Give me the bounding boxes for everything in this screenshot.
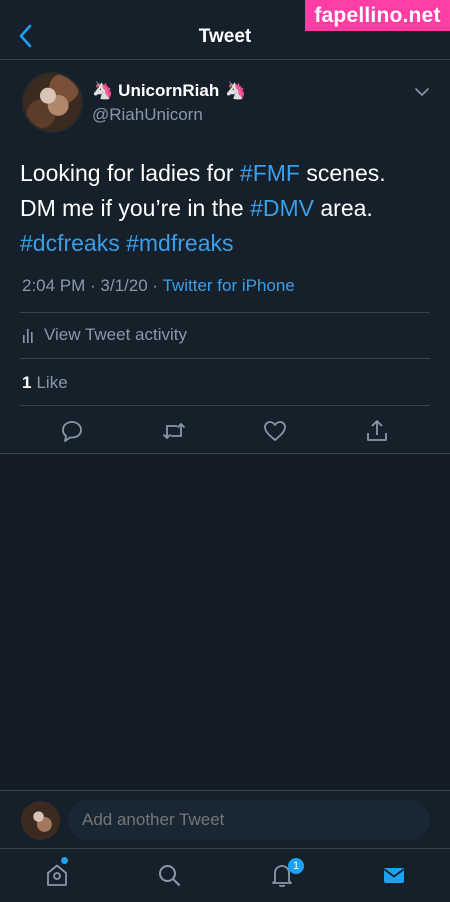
watermark-logo: fapellino.net <box>305 0 450 31</box>
tweet-text: Looking for ladies for #FMF scenes. DM m… <box>20 156 430 261</box>
hashtag-link[interactable]: #mdfreaks <box>126 230 233 256</box>
display-name: UnicornRiah <box>118 81 220 100</box>
divider <box>20 358 430 359</box>
user-handle[interactable]: @RiahUnicorn <box>92 105 203 125</box>
compose-bar <box>0 790 450 848</box>
hashtag-link[interactable]: #DMV <box>250 195 314 221</box>
chevron-down-icon[interactable] <box>414 86 430 98</box>
new-content-dot <box>61 857 68 864</box>
retweet-icon[interactable] <box>161 418 187 444</box>
unicorn-emoji: 🦄 <box>92 81 114 100</box>
notifications-badge: 1 <box>288 858 304 874</box>
tweet-source-link[interactable]: Twitter for iPhone <box>163 276 295 295</box>
text-segment: area. <box>314 195 373 221</box>
bottom-tab-bar: 1 <box>0 848 450 902</box>
text-segment: DM me if you’re in the <box>20 195 251 221</box>
like-number: 1 <box>22 373 32 392</box>
author-name-row[interactable]: 🦄 UnicornRiah 🦄 <box>92 81 246 101</box>
avatar[interactable] <box>22 72 83 133</box>
home-icon[interactable] <box>44 862 70 888</box>
reply-input[interactable] <box>68 800 430 840</box>
activity-label: View Tweet activity <box>44 325 187 344</box>
tweet-metadata: 2:04 PM · 3/1/20 · Twitter for iPhone <box>22 276 295 295</box>
messages-icon[interactable] <box>381 862 407 888</box>
like-count[interactable]: 1 Like <box>22 373 68 393</box>
tweet-time: 2:04 PM <box>22 276 86 295</box>
text-segment: scenes. <box>299 160 386 186</box>
tweet-detail: 🦄 UnicornRiah 🦄 @RiahUnicorn Looking for… <box>0 61 450 454</box>
like-icon[interactable] <box>262 418 288 444</box>
like-label: Like <box>36 373 68 392</box>
search-icon[interactable] <box>156 862 182 888</box>
divider <box>20 405 430 406</box>
bar-chart-icon <box>23 329 33 343</box>
tweet-date: 3/1/20 <box>100 276 148 295</box>
hashtag-link[interactable]: #dcfreaks <box>20 230 120 256</box>
divider <box>20 312 430 313</box>
unicorn-emoji: 🦄 <box>225 81 247 100</box>
view-tweet-activity[interactable]: View Tweet activity <box>22 325 187 345</box>
text-segment: Looking for ladies for <box>20 160 240 186</box>
share-icon[interactable] <box>364 418 390 444</box>
avatar[interactable] <box>21 801 60 840</box>
reply-icon[interactable] <box>59 418 85 444</box>
hashtag-link[interactable]: #FMF <box>240 160 300 186</box>
